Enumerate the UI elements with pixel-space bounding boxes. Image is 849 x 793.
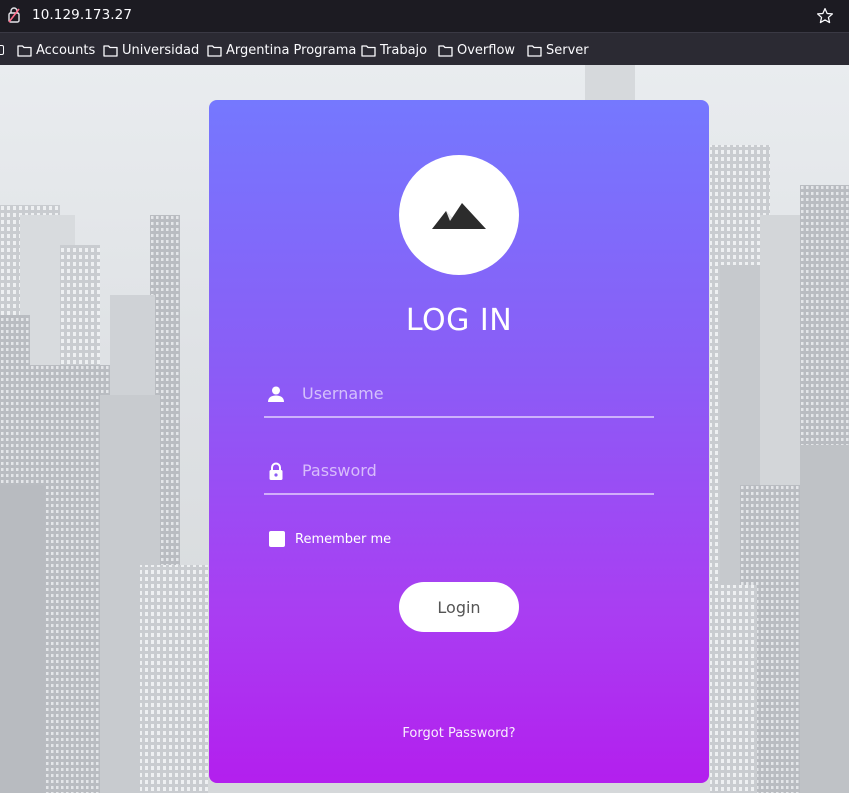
- bookmark-label: Accounts: [36, 42, 96, 58]
- bookmark-label: Overflow: [457, 42, 516, 58]
- password-field[interactable]: [264, 445, 654, 495]
- folder-icon: [207, 44, 222, 57]
- bookmark-label: Server: [546, 42, 589, 58]
- login-page: LOG IN Remember me Login Forgot Password…: [0, 65, 849, 793]
- bookmark-label: Universidad: [122, 42, 200, 58]
- page-title: LOG IN: [405, 303, 513, 338]
- folder-icon: [103, 44, 118, 57]
- password-input[interactable]: [302, 455, 647, 485]
- folder-icon: [438, 44, 453, 57]
- login-button[interactable]: Login: [399, 582, 519, 632]
- folder-icon: [527, 44, 542, 57]
- bookmark-argentina-programa[interactable]: Argentina Programa: [207, 40, 356, 60]
- folder-icon: [17, 44, 32, 57]
- mountain-icon: [432, 203, 486, 229]
- bookmark-accounts[interactable]: Accounts: [17, 40, 95, 60]
- logo-circle: [399, 155, 519, 275]
- forgot-password-link[interactable]: Forgot Password?: [209, 726, 709, 741]
- bookmark-server[interactable]: Server: [527, 40, 589, 60]
- folder-icon: [361, 44, 376, 57]
- username-input[interactable]: [302, 378, 647, 408]
- lock-icon: [269, 462, 283, 480]
- bookmark-label: Trabajo: [380, 42, 428, 58]
- bookmark-star-icon[interactable]: [816, 7, 834, 25]
- bookmarks-toolbar: Accounts Universidad Argentina Programa …: [0, 32, 849, 65]
- lock-warning-icon[interactable]: [6, 6, 22, 24]
- remember-me-label[interactable]: Remember me: [295, 532, 391, 547]
- remember-me-row[interactable]: Remember me: [269, 530, 391, 548]
- bookmark-universidad[interactable]: Universidad: [103, 40, 199, 60]
- remember-me-checkbox[interactable]: [269, 531, 285, 547]
- bookmark-label: Argentina Programa: [226, 42, 357, 58]
- login-card: LOG IN Remember me Login Forgot Password…: [209, 100, 709, 783]
- browser-url-bar[interactable]: 10.129.173.27: [0, 0, 849, 32]
- user-icon: [268, 386, 284, 402]
- bookmark-overflow-edge: [0, 45, 4, 55]
- bookmark-trabajo[interactable]: Trabajo: [361, 40, 427, 60]
- url-text[interactable]: 10.129.173.27: [32, 7, 132, 23]
- username-field[interactable]: [264, 368, 654, 418]
- bookmark-overflow[interactable]: Overflow: [438, 40, 515, 60]
